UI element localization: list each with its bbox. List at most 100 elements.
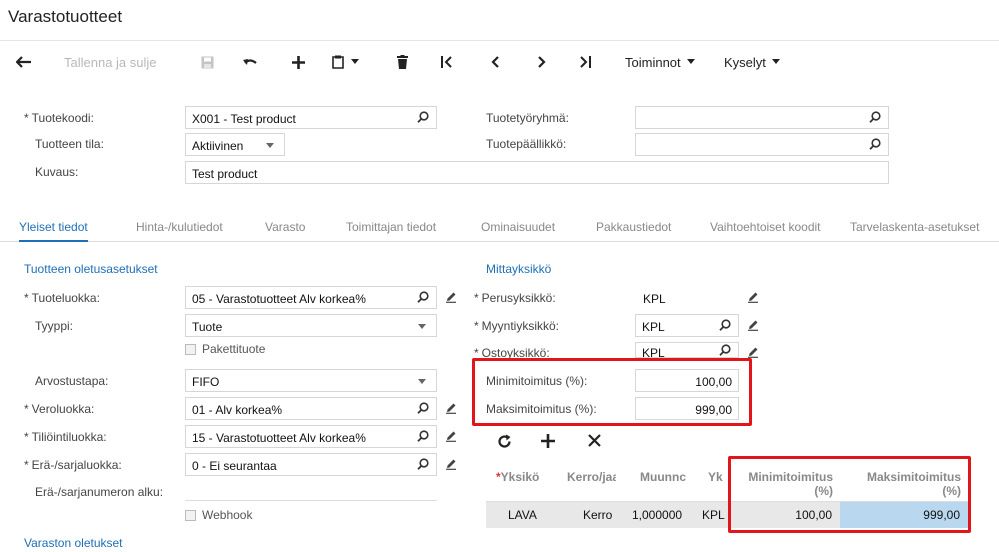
last-record-button[interactable]	[574, 41, 596, 83]
grid-header-to-unit[interactable]: Yk	[688, 460, 728, 500]
lot-start-field[interactable]	[185, 500, 437, 501]
defaults-section-title: Tuotteen oletusasetukset	[24, 262, 158, 276]
search-icon[interactable]	[417, 458, 429, 470]
valuation-select[interactable]: FIFO	[185, 369, 437, 392]
posting-class-input[interactable]: 15 - Varastotuotteet Alv korkea%	[185, 425, 437, 448]
product-code-input[interactable]: X001 - Test product	[185, 106, 437, 129]
grid-header-conversion[interactable]: Muunnc	[618, 460, 686, 500]
previous-record-button[interactable]	[484, 41, 506, 83]
pencil-icon[interactable]	[747, 319, 759, 331]
tab-attributes[interactable]: Ominaisuudet	[481, 220, 555, 234]
search-icon[interactable]	[719, 344, 731, 356]
pencil-icon[interactable]	[445, 291, 457, 303]
arrow-left-icon	[16, 56, 31, 68]
actions-menu[interactable]: Toiminnot	[625, 41, 715, 83]
grid-add-button[interactable]	[541, 434, 561, 454]
tab-vendor[interactable]: Toimittajan tiedot	[346, 220, 436, 234]
chevron-down-icon	[418, 379, 426, 384]
grid-cell-unit[interactable]: LAVA	[486, 502, 543, 528]
tab-bar: Yleiset tiedot Hinta-/kulutiedot Varasto…	[0, 216, 999, 242]
add-button[interactable]	[286, 41, 310, 83]
next-record-button[interactable]	[530, 41, 552, 83]
pencil-icon[interactable]	[445, 402, 457, 414]
uom-section-title: Mittayksikkö	[486, 262, 552, 276]
description-input[interactable]: Test product	[185, 161, 889, 184]
tab-alternate-ids[interactable]: Vaihtoehtoiset koodit	[710, 220, 821, 234]
base-unit-value[interactable]: KPL	[643, 292, 666, 306]
first-icon	[441, 56, 452, 68]
posting-class-label: * Tiliöintiluokka:	[24, 430, 107, 444]
back-button[interactable]	[12, 41, 36, 83]
product-group-input[interactable]	[635, 106, 889, 129]
tax-class-input[interactable]: 01 - Alv korkea%	[185, 397, 437, 420]
grid-cell-conversion[interactable]: 1,000000	[618, 502, 688, 528]
search-icon[interactable]	[719, 319, 731, 331]
search-icon[interactable]	[869, 138, 881, 150]
first-record-button[interactable]	[436, 41, 458, 83]
highlight-box	[728, 456, 971, 533]
product-group-label: Tuotetyöryhmä:	[486, 111, 569, 125]
tab-general[interactable]: Yleiset tiedot	[19, 220, 88, 242]
actions-menu-label: Toiminnot	[625, 54, 681, 70]
queries-menu[interactable]: Kyselyt	[724, 41, 804, 83]
checkbox-box[interactable]	[185, 509, 196, 521]
plus-icon	[541, 434, 555, 448]
chevron-down-icon	[266, 143, 274, 148]
grid-header-multiply[interactable]: Kerro/jaa	[543, 460, 616, 500]
search-icon[interactable]	[417, 291, 429, 303]
webhook-checkbox[interactable]: Webhook	[185, 508, 252, 522]
chevron-right-icon	[537, 56, 546, 68]
valuation-label: Arvostustapa:	[35, 374, 109, 388]
tax-class-label: * Veroluokka:	[24, 402, 95, 416]
save-and-close-button[interactable]: Tallenna ja sulje	[64, 41, 174, 83]
base-unit-label: * Perusyksikkö:	[474, 291, 556, 305]
chevron-left-icon	[490, 56, 499, 68]
grid-header-unit[interactable]: *Yksikö	[486, 460, 541, 500]
type-select[interactable]: Tuote	[185, 314, 437, 337]
description-label: Kuvaus:	[35, 165, 79, 179]
checkbox-box[interactable]	[185, 343, 196, 355]
item-class-label: * Tuoteluokka:	[24, 291, 100, 305]
trash-icon	[396, 55, 408, 69]
clipboard-icon	[331, 55, 344, 69]
tab-price-cost[interactable]: Hinta-/kulutiedot	[136, 220, 223, 234]
status-label: Tuotteen tila:	[35, 137, 104, 151]
save-button[interactable]	[196, 41, 218, 83]
product-manager-input[interactable]	[635, 133, 889, 156]
undo-button[interactable]	[238, 41, 262, 83]
plus-icon	[291, 55, 305, 69]
grid-delete-button[interactable]	[588, 434, 608, 454]
pencil-icon[interactable]	[445, 430, 457, 442]
refresh-button[interactable]	[497, 434, 517, 454]
grid-cell-multiply[interactable]: Kerro	[543, 502, 618, 528]
copy-paste-button[interactable]	[326, 41, 364, 83]
tab-packaging[interactable]: Pakkaustiedot	[596, 220, 671, 234]
lot-class-input[interactable]: 0 - Ei seurantaa	[185, 453, 437, 476]
pencil-icon[interactable]	[445, 458, 457, 470]
search-icon[interactable]	[417, 430, 429, 442]
chevron-down-icon	[686, 59, 695, 64]
item-class-input[interactable]: 05 - Varastotuotteet Alv korkea%	[185, 286, 437, 309]
sales-unit-input[interactable]: KPL	[635, 314, 739, 337]
sales-unit-label: * Myyntiyksikkö:	[474, 319, 560, 333]
search-icon[interactable]	[417, 111, 429, 123]
highlight-box	[472, 358, 752, 426]
undo-icon	[242, 58, 257, 65]
delete-button[interactable]	[392, 41, 412, 83]
tab-warehouse[interactable]: Varasto	[265, 220, 305, 234]
floppy-disk-icon	[201, 56, 213, 68]
status-select[interactable]: Aktiivinen	[185, 133, 285, 156]
search-icon[interactable]	[417, 402, 429, 414]
grid-cell-to-unit[interactable]: KPL	[688, 502, 730, 528]
pencil-icon[interactable]	[747, 291, 759, 303]
last-icon	[580, 56, 591, 68]
purchase-unit-input[interactable]: KPL	[635, 342, 739, 358]
toolbar: Tallenna ja sulje Toiminnot Kyselyt	[0, 40, 999, 82]
pencil-icon[interactable]	[747, 346, 759, 358]
kit-checkbox[interactable]: Pakettituote	[185, 342, 265, 356]
tab-replenishment[interactable]: Tarvelaskenta-asetukset	[850, 220, 979, 234]
search-icon[interactable]	[869, 111, 881, 123]
queries-menu-label: Kyselyt	[724, 54, 766, 70]
lot-start-label: Erä-/sarjanumeron alku:	[35, 485, 164, 499]
type-label: Tyyppi:	[35, 319, 74, 333]
